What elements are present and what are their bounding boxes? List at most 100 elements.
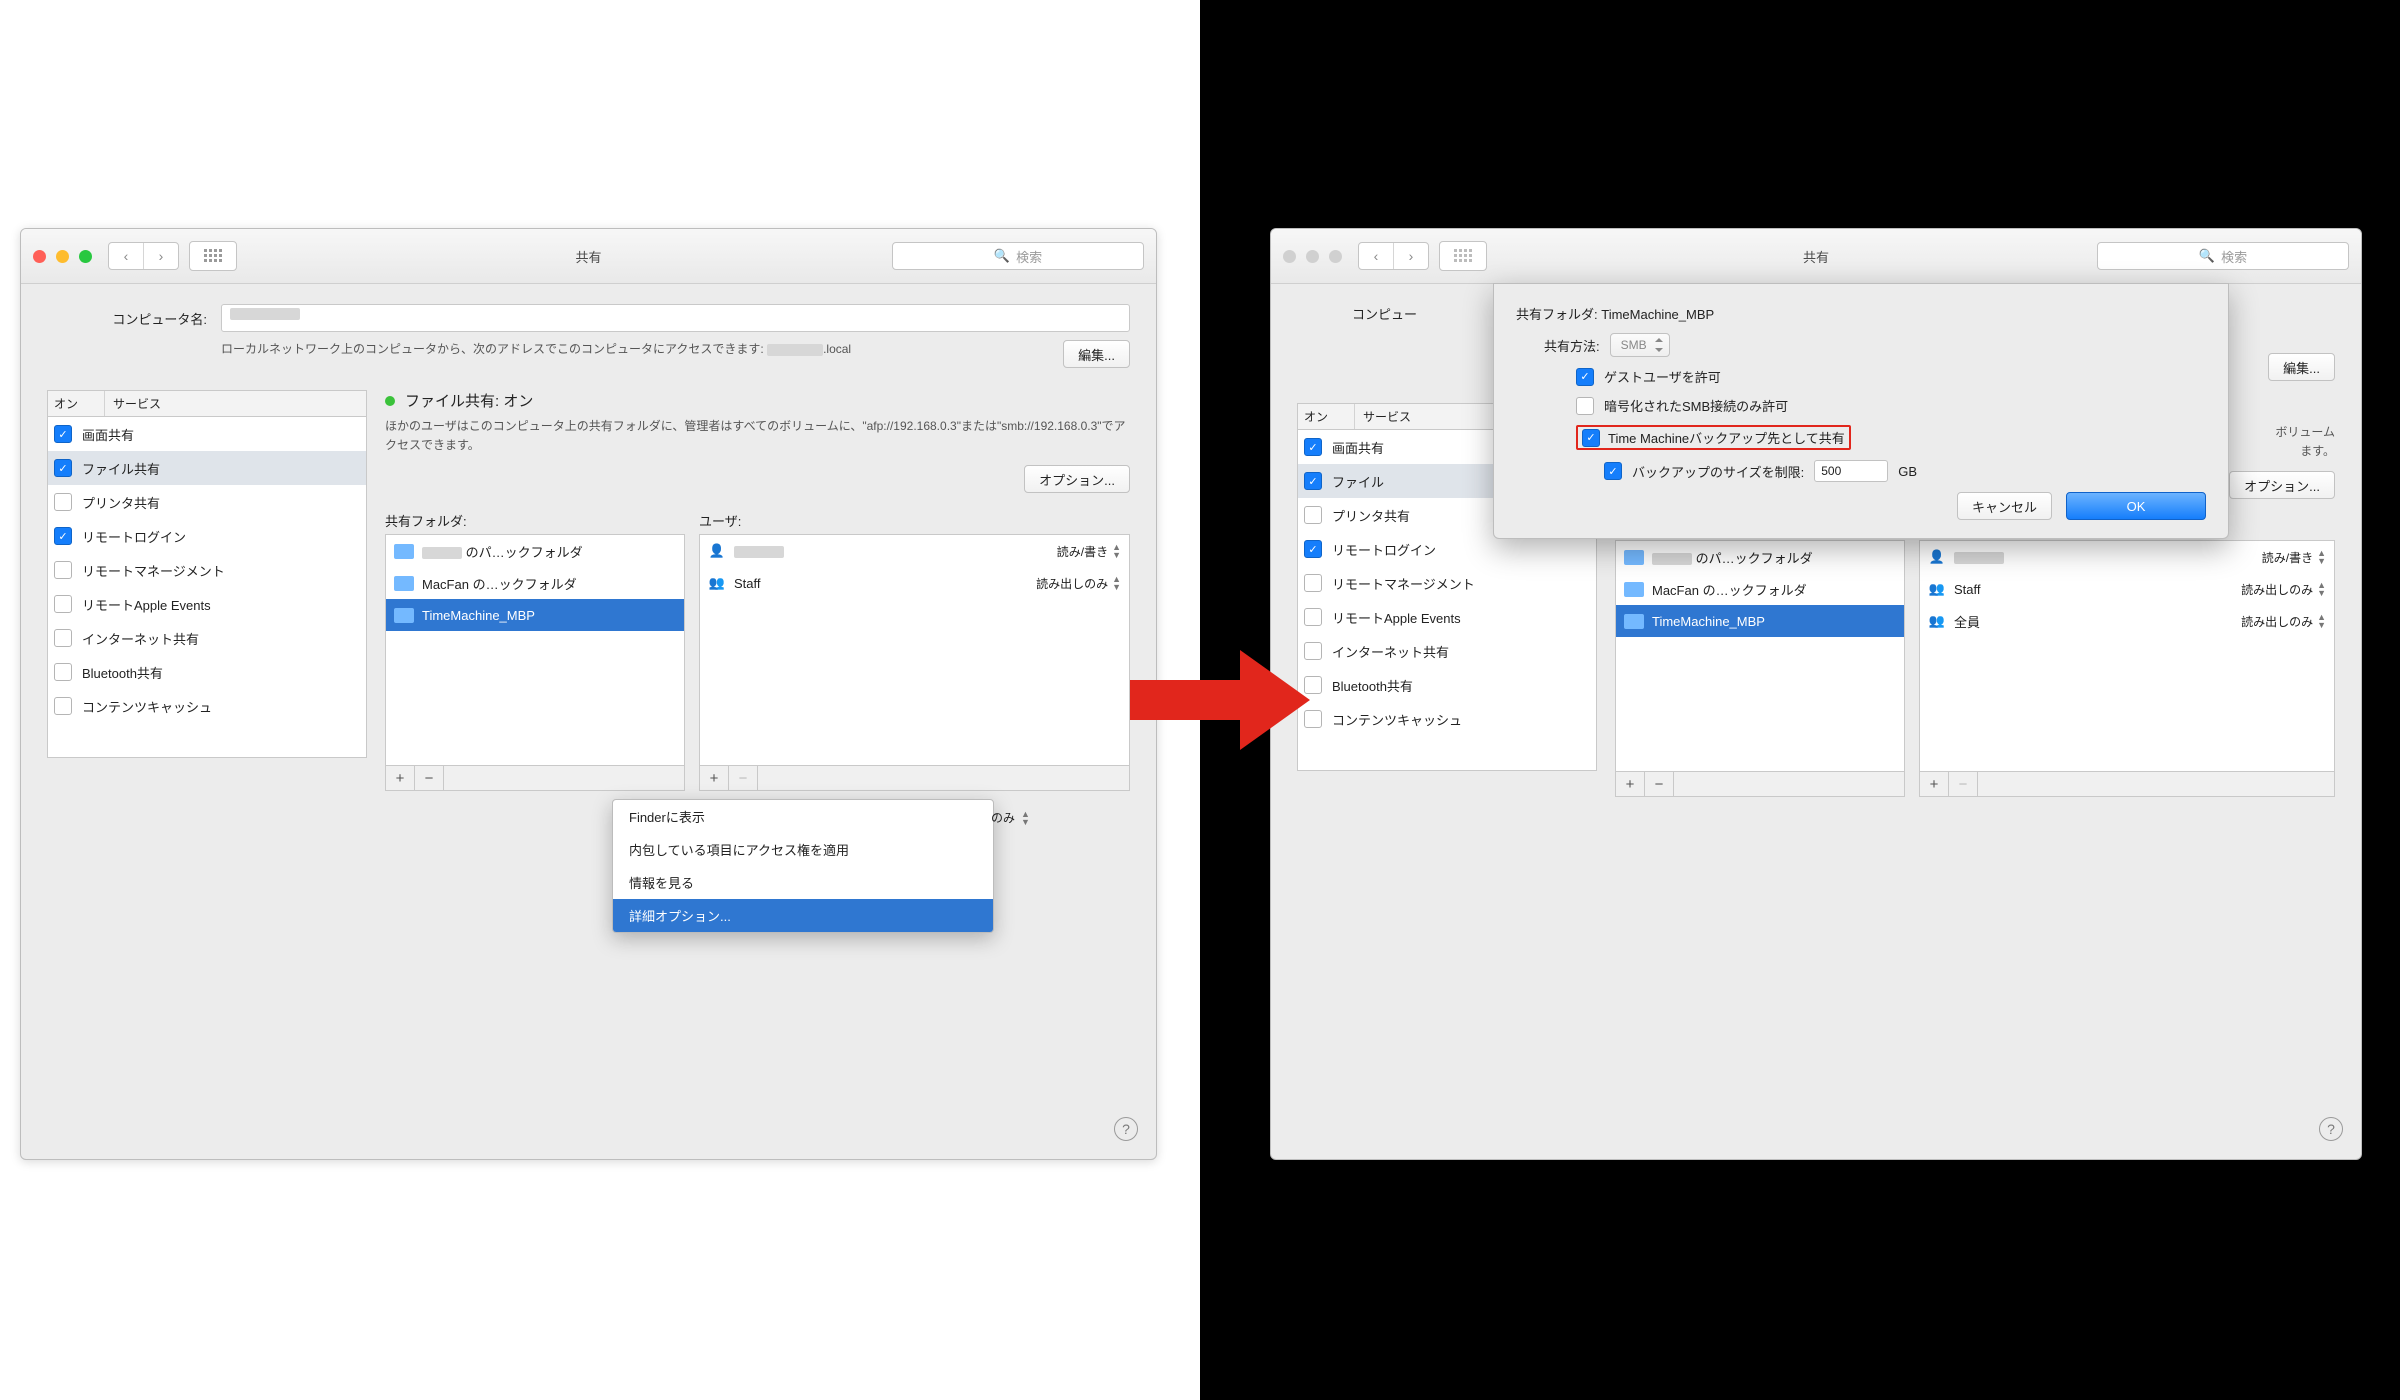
time-machine-checkbox[interactable]: [1582, 429, 1600, 447]
service-row-0[interactable]: 画面共有: [48, 417, 366, 451]
limit-label: バックアップのサイズを制限:: [1632, 462, 1804, 481]
add-folder-button: +: [1616, 772, 1645, 796]
service-label: インターネット共有: [1332, 642, 1449, 661]
service-checkbox[interactable]: [54, 425, 72, 443]
shared-folders-list[interactable]: のパ…ックフォルダ MacFan の…ックフォルダ TimeMachine_MBP: [386, 535, 684, 765]
search-placeholder: 検索: [2221, 247, 2247, 266]
nav-seg[interactable]: ‹ ›: [108, 242, 179, 270]
back-button[interactable]: ‹: [109, 243, 143, 269]
folder-row[interactable]: のパ…ックフォルダ: [386, 535, 684, 567]
services-list[interactable]: 画面共有ファイル共有プリンタ共有リモートログインリモートマネージメントリモートA…: [47, 416, 367, 758]
add-user-button[interactable]: +: [700, 766, 729, 790]
folder-row[interactable]: MacFan の…ックフォルダ: [386, 567, 684, 599]
search-icon: 🔍: [994, 248, 1010, 264]
share-method-label: 共有方法:: [1544, 336, 1600, 355]
search-field: 🔍 検索: [2097, 242, 2349, 270]
permission-popup[interactable]: 読み出しのみ▲▼: [1036, 575, 1121, 592]
folder-label: TimeMachine_MBP: [422, 608, 535, 623]
folder-row: のパ…ックフォルダ: [1616, 541, 1904, 573]
permission-popup: 読み出しのみ▲▼: [2241, 581, 2326, 598]
computer-name-label: コンピュー: [1297, 304, 1417, 323]
close-icon[interactable]: [33, 250, 46, 263]
forward-button[interactable]: ›: [143, 243, 178, 269]
traffic-lights[interactable]: [33, 250, 92, 263]
service-label: リモートApple Events: [82, 595, 211, 614]
group-icon: 👥: [708, 574, 726, 592]
options-button: オプション...: [2229, 471, 2335, 499]
zoom-icon[interactable]: [79, 250, 92, 263]
services-header: オン サービス: [47, 390, 367, 416]
toolbar: ‹ › 共有 🔍 検索: [21, 229, 1156, 284]
menu-item[interactable]: 詳細オプション...: [613, 899, 993, 932]
service-checkbox[interactable]: [54, 663, 72, 681]
service-checkbox[interactable]: [54, 561, 72, 579]
minimize-icon: [1306, 250, 1319, 263]
user-row[interactable]: 👥Staff読み出しのみ▲▼: [700, 567, 1129, 599]
service-row-4[interactable]: リモートマネージメント: [48, 553, 366, 587]
help-button[interactable]: ?: [1114, 1117, 1138, 1141]
sheet-title-label: 共有フォルダ: TimeMachine_MBP: [1516, 304, 1714, 323]
user-icon: 👤: [708, 542, 726, 560]
cancel-button[interactable]: キャンセル: [1957, 492, 2052, 520]
service-checkbox[interactable]: [54, 527, 72, 545]
add-folder-button[interactable]: +: [386, 766, 415, 790]
service-row-7[interactable]: Bluetooth共有: [48, 655, 366, 689]
folder-row[interactable]: TimeMachine_MBP: [386, 599, 684, 631]
service-row-5[interactable]: リモートApple Events: [48, 587, 366, 621]
user-row: 👥全員読み出しのみ▲▼: [1920, 605, 2334, 637]
folder-icon: [1624, 614, 1644, 629]
service-checkbox[interactable]: [54, 697, 72, 715]
service-row-5: リモートApple Events: [1298, 600, 1596, 634]
service-checkbox: [1304, 506, 1322, 524]
service-row-2[interactable]: プリンタ共有: [48, 485, 366, 519]
service-checkbox[interactable]: [54, 493, 72, 511]
service-row-6: インターネット共有: [1298, 634, 1596, 668]
users-list[interactable]: 👤 読み/書き▲▼ 👥Staff読み出しのみ▲▼: [700, 535, 1129, 765]
share-method-popup[interactable]: SMB: [1610, 333, 1670, 357]
window-sharing-right: ‹ › 共有 🔍 検索 コンピュー 編集... オン サービス 画面共有ファイル…: [1270, 228, 2362, 1160]
service-checkbox: [1304, 710, 1322, 728]
close-icon: [1283, 250, 1296, 263]
user-label: 全員: [1954, 612, 1980, 631]
user-label: [734, 544, 784, 559]
guest-checkbox[interactable]: [1576, 368, 1594, 386]
service-checkbox: [1304, 540, 1322, 558]
service-label: ファイル: [1332, 472, 1384, 491]
search-field[interactable]: 🔍 検索: [892, 242, 1144, 270]
advanced-options-sheet: 共有フォルダ: TimeMachine_MBP 共有方法: SMB ゲストユーザ…: [1493, 283, 2229, 539]
service-checkbox[interactable]: [54, 459, 72, 477]
encrypted-checkbox[interactable]: [1576, 397, 1594, 415]
show-all-button[interactable]: [189, 241, 237, 271]
minimize-icon[interactable]: [56, 250, 69, 263]
permission-popup: 読み出しのみ▲▼: [2241, 613, 2326, 630]
folder-icon: [1624, 582, 1644, 597]
limit-checkbox[interactable]: [1604, 462, 1622, 480]
menu-item[interactable]: Finderに表示: [613, 800, 993, 833]
service-checkbox[interactable]: [54, 595, 72, 613]
nav-seg: ‹ ›: [1358, 242, 1429, 270]
service-row-6[interactable]: インターネット共有: [48, 621, 366, 655]
options-button[interactable]: オプション...: [1024, 465, 1130, 493]
service-row-1[interactable]: ファイル共有: [48, 451, 366, 485]
menu-item[interactable]: 内包している項目にアクセス権を適用: [613, 833, 993, 866]
perm-tail: のみ ▲▼: [991, 809, 1030, 826]
edit-button[interactable]: 編集...: [1063, 340, 1130, 368]
menu-item[interactable]: 情報を見る: [613, 866, 993, 899]
limit-value-field[interactable]: 500: [1814, 460, 1888, 482]
folder-label: のパ…ックフォルダ: [422, 542, 583, 561]
service-checkbox[interactable]: [54, 629, 72, 647]
service-label: リモートマネージメント: [1332, 574, 1475, 593]
folder-icon: [394, 576, 414, 591]
service-checkbox: [1304, 574, 1322, 592]
service-row-3[interactable]: リモートログイン: [48, 519, 366, 553]
context-menu[interactable]: Finderに表示内包している項目にアクセス権を適用情報を見る詳細オプション..…: [612, 799, 994, 933]
remove-folder-button[interactable]: −: [415, 766, 444, 790]
service-row-8[interactable]: コンテンツキャッシュ: [48, 689, 366, 723]
computer-name-field[interactable]: [221, 304, 1130, 332]
guest-label: ゲストユーザを許可: [1604, 367, 1721, 386]
service-label: コンテンツキャッシュ: [1332, 710, 1462, 729]
ok-button[interactable]: OK: [2066, 492, 2206, 520]
shared-folders-list: のパ…ックフォルダMacFan の…ックフォルダTimeMachine_MBP: [1616, 541, 1904, 771]
user-row[interactable]: 👤 読み/書き▲▼: [700, 535, 1129, 567]
permission-popup[interactable]: 読み/書き▲▼: [1057, 543, 1121, 560]
